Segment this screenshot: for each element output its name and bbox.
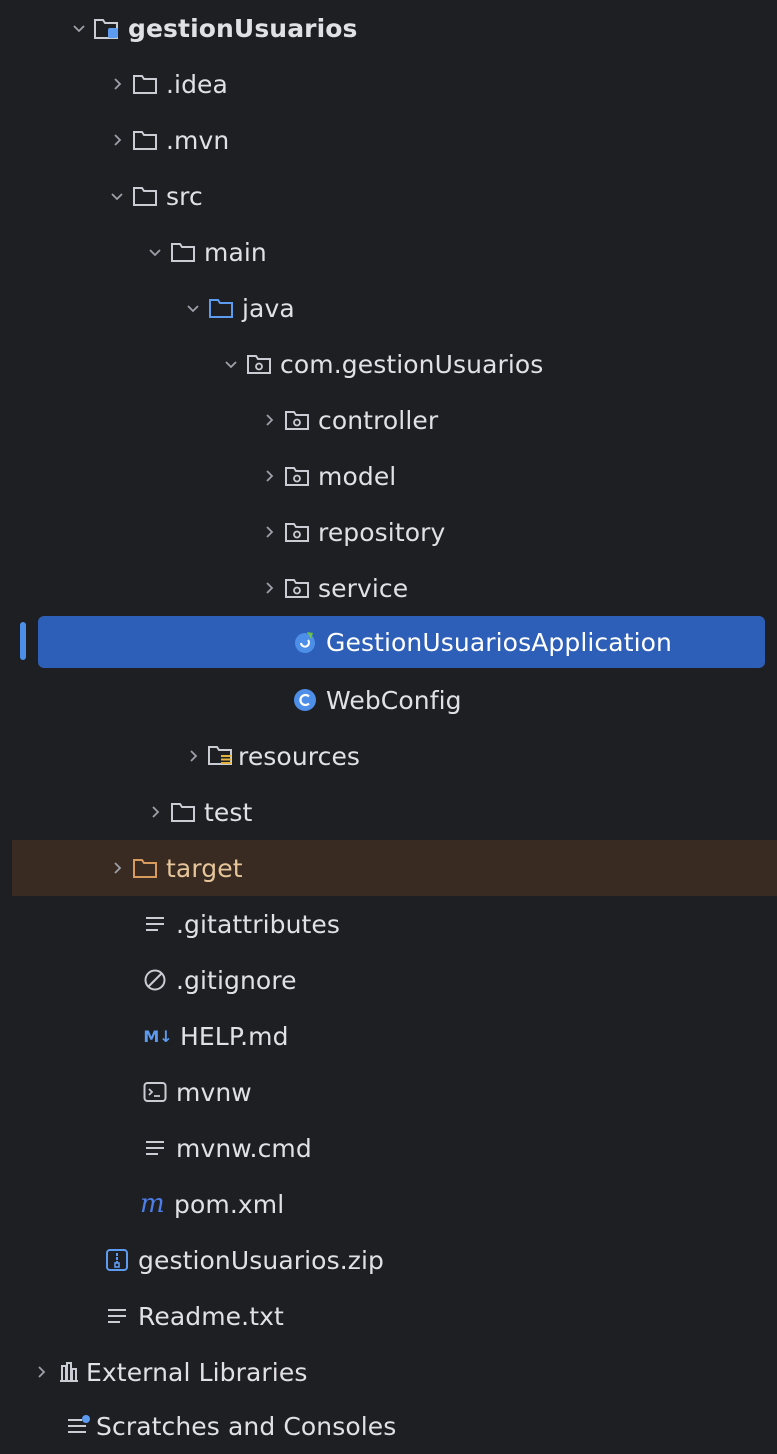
package-icon [282, 573, 312, 603]
tree-item-idea[interactable]: .idea [0, 56, 777, 112]
tree-item-controller[interactable]: controller [0, 392, 777, 448]
text-file-icon [102, 1301, 132, 1331]
package-icon [282, 517, 312, 547]
tree-item-service[interactable]: service [0, 560, 777, 616]
chevron-down-icon[interactable] [180, 295, 206, 321]
tree-item-gitattributes[interactable]: .gitattributes [0, 896, 777, 952]
tree-item-label: .gitignore [176, 965, 297, 995]
chevron-right-icon[interactable] [180, 743, 206, 769]
folder-icon [130, 125, 160, 155]
source-folder-icon [206, 293, 236, 323]
terminal-script-icon [140, 1077, 170, 1107]
tree-item-mvn[interactable]: .mvn [0, 112, 777, 168]
folder-icon [130, 181, 160, 211]
tree-item-label: External Libraries [86, 1357, 308, 1387]
tree-item-package[interactable]: com.gestionUsuarios [0, 336, 777, 392]
archive-icon [102, 1245, 132, 1275]
chevron-right-icon[interactable] [104, 127, 130, 153]
svg-text:m: m [140, 1192, 165, 1216]
tree-item-zip[interactable]: gestionUsuarios.zip [0, 1232, 777, 1288]
tree-item-label: WebConfig [326, 685, 462, 715]
chevron-right-icon[interactable] [256, 575, 282, 601]
tree-item-label: resources [238, 741, 361, 771]
chevron-right-icon[interactable] [256, 463, 282, 489]
package-icon [244, 349, 274, 379]
tree-item-label: GestionUsuariosApplication [326, 627, 672, 657]
chevron-down-icon[interactable] [142, 239, 168, 265]
chevron-down-icon[interactable] [104, 183, 130, 209]
tree-item-label: target [166, 853, 243, 883]
tree-item-label: java [242, 293, 295, 323]
tree-item-label: HELP.md [180, 1021, 289, 1051]
scratches-icon [64, 1411, 94, 1441]
tree-item-label: test [204, 797, 253, 827]
tree-item-mvnw-cmd[interactable]: mvnw.cmd [0, 1120, 777, 1176]
tree-item-label: .mvn [166, 125, 230, 155]
tree-item-label: main [204, 237, 267, 267]
tree-item-label: .idea [166, 69, 228, 99]
tree-item-label: pom.xml [174, 1189, 285, 1219]
tree-item-resources[interactable]: resources [0, 728, 777, 784]
tree-item-gestionUsuarios[interactable]: gestionUsuarios [0, 0, 777, 56]
tree-item-gitignore[interactable]: .gitignore [0, 952, 777, 1008]
tree-item-label: Scratches and Consoles [96, 1411, 397, 1441]
chevron-right-icon[interactable] [104, 855, 130, 881]
spring-boot-class-icon [290, 627, 320, 657]
chevron-right-icon[interactable] [142, 799, 168, 825]
tree-item-label: Readme.txt [138, 1301, 284, 1331]
tree-item-webconfig[interactable]: WebConfig [0, 672, 777, 728]
chevron-down-icon[interactable] [66, 15, 92, 41]
folder-icon [168, 797, 198, 827]
tree-item-mvnw[interactable]: mvnw [0, 1064, 777, 1120]
chevron-right-icon[interactable] [256, 407, 282, 433]
tree-item-label: model [318, 461, 397, 491]
tree-item-help-md[interactable]: M↓ HELP.md [0, 1008, 777, 1064]
project-tree: gestionUsuarios .idea .mvn src main java… [0, 0, 777, 1452]
module-folder-icon [92, 13, 122, 43]
tree-item-label: repository [318, 517, 446, 547]
package-icon [282, 461, 312, 491]
tree-item-src[interactable]: src [0, 168, 777, 224]
tree-item-gestion-usuarios-application[interactable]: GestionUsuariosApplication [0, 614, 777, 670]
tree-item-model[interactable]: model [0, 448, 777, 504]
chevron-down-icon[interactable] [218, 351, 244, 377]
tree-item-test[interactable]: test [0, 784, 777, 840]
chevron-right-icon[interactable] [256, 519, 282, 545]
tree-item-label: service [318, 573, 409, 603]
markdown-icon: M↓ [143, 1026, 173, 1046]
tree-item-label: gestionUsuarios [128, 13, 358, 43]
tree-item-label: controller [318, 405, 439, 435]
chevron-right-icon[interactable] [104, 71, 130, 97]
tree-item-label: .gitattributes [176, 909, 341, 939]
folder-icon [130, 69, 160, 99]
tree-item-label: mvnw.cmd [176, 1133, 312, 1163]
tree-item-target[interactable]: target [12, 840, 777, 896]
tree-item-java[interactable]: java [0, 280, 777, 336]
package-icon [282, 405, 312, 435]
tree-item-pom-xml[interactable]: m pom.xml [0, 1176, 777, 1232]
maven-icon: m [138, 1189, 172, 1219]
class-icon [290, 685, 320, 715]
excluded-folder-icon [130, 853, 160, 883]
tree-item-readme[interactable]: Readme.txt [0, 1288, 777, 1344]
tree-item-scratches[interactable]: Scratches and Consoles [0, 1398, 777, 1454]
tree-item-label: mvnw [176, 1077, 252, 1107]
tree-item-repository[interactable]: repository [0, 504, 777, 560]
text-file-icon [140, 1133, 170, 1163]
text-file-icon [140, 909, 170, 939]
folder-icon [168, 237, 198, 267]
tree-item-external-libraries[interactable]: External Libraries [0, 1344, 777, 1400]
tree-item-label: com.gestionUsuarios [280, 349, 544, 379]
tree-item-label: gestionUsuarios.zip [138, 1245, 384, 1275]
tree-item-main[interactable]: main [0, 224, 777, 280]
tree-item-label: src [166, 181, 203, 211]
resources-folder-icon [206, 741, 236, 771]
chevron-right-icon[interactable] [28, 1359, 54, 1385]
ignore-file-icon [140, 965, 170, 995]
library-icon [54, 1357, 84, 1387]
